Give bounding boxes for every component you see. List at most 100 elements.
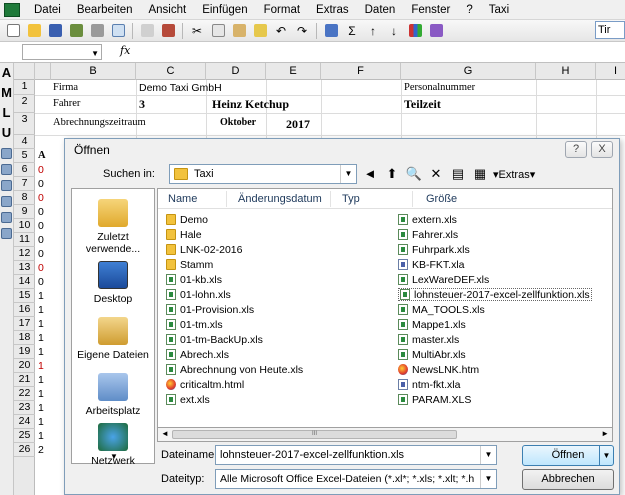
open-folder-icon[interactable] (25, 22, 43, 40)
cell-a8[interactable]: 0 (38, 192, 44, 204)
file-item[interactable]: Fuhrpark.xls (398, 243, 470, 256)
spelling-icon[interactable] (138, 22, 156, 40)
cell-a18[interactable]: 1 (38, 332, 44, 344)
file-item[interactable]: master.xls (398, 333, 459, 346)
row-header[interactable]: 8 (14, 191, 35, 205)
menu-bearbeiten[interactable]: Bearbeiten (69, 1, 141, 19)
research-icon[interactable] (159, 22, 177, 40)
cell-g1[interactable]: Personalnummer (404, 82, 475, 93)
column-name[interactable]: Name (168, 193, 197, 205)
select-all-corner[interactable] (14, 63, 35, 80)
undo-icon[interactable]: ↶ (272, 22, 290, 40)
cell-a15[interactable]: 1 (38, 290, 44, 302)
menu-datei[interactable]: Datei (26, 1, 69, 19)
chevron-down-icon[interactable]: ▼ (340, 165, 356, 183)
chevron-down-icon[interactable]: ▼ (480, 446, 496, 464)
menu-taxi[interactable]: Taxi (481, 1, 517, 19)
font-name-field[interactable]: Tir (595, 21, 625, 39)
cell-a16[interactable]: 1 (38, 304, 44, 316)
cell-a13[interactable]: 0 (38, 262, 44, 274)
row-header[interactable]: 4 (14, 135, 35, 149)
column-header-f[interactable]: F (321, 63, 401, 80)
filetype-select[interactable]: Alle Microsoft Office Excel-Dateien (*.x… (215, 469, 497, 489)
column-header-a[interactable] (35, 63, 51, 80)
row-header[interactable]: 7 (14, 177, 35, 191)
cell-a23[interactable]: 1 (38, 402, 44, 414)
name-box[interactable]: ▼ (22, 44, 102, 60)
file-item[interactable]: LNK-02-2016 (166, 243, 242, 256)
menu-daten[interactable]: Daten (357, 1, 404, 19)
file-item[interactable]: criticaltm.html (166, 378, 244, 391)
cell-a9[interactable]: 0 (38, 206, 44, 218)
file-item[interactable]: 01-tm-BackUp.xls (166, 333, 263, 346)
file-item[interactable]: 01-kb.xls (166, 273, 222, 286)
open-button[interactable]: Öffnen ▼ (522, 445, 614, 466)
row-header[interactable]: 1 (14, 80, 35, 95)
cell-a12[interactable]: 0 (38, 248, 44, 260)
file-item[interactable]: MA_TOOLS.xls (398, 303, 485, 316)
copy-icon[interactable] (209, 22, 227, 40)
column-modified[interactable]: Änderungsdatum (238, 193, 322, 205)
look-in-dropdown[interactable]: Taxi ▼ (169, 164, 357, 184)
row-header[interactable]: 23 (14, 401, 35, 415)
sort-ascending-icon[interactable]: ↑ (364, 22, 382, 40)
column-size[interactable]: Größe (426, 193, 457, 205)
fx-icon[interactable]: fx (120, 44, 130, 57)
new-document-icon[interactable] (4, 22, 22, 40)
menu-format[interactable]: Format (256, 1, 308, 19)
menu-einfuegen[interactable]: Einfügen (194, 1, 255, 19)
file-item[interactable]: Fahrer.xls (398, 228, 458, 241)
column-header-d[interactable]: D (206, 63, 266, 80)
help-button[interactable]: ? (565, 141, 587, 158)
redo-icon[interactable]: ↷ (293, 22, 311, 40)
column-header-i[interactable]: I (596, 63, 625, 80)
cell-b3[interactable]: Abrechnungszeitraum (53, 117, 146, 128)
cell-b1[interactable]: Firma (53, 82, 78, 93)
cut-icon[interactable]: ✂ (188, 22, 206, 40)
column-header-c[interactable]: C (136, 63, 206, 80)
row-header[interactable]: 24 (14, 415, 35, 429)
search-web-icon[interactable]: 🔍 (405, 165, 423, 183)
row-header[interactable]: 11 (14, 233, 35, 247)
file-item[interactable]: Demo (166, 213, 208, 226)
column-type[interactable]: Typ (342, 193, 360, 205)
row-header[interactable]: 5 (14, 149, 35, 163)
file-item[interactable]: Abrechnung von Heute.xls (166, 363, 303, 376)
dialog-title-bar[interactable]: Öffnen ? X (65, 139, 619, 161)
cell-a22[interactable]: 1 (38, 388, 44, 400)
drawing-icon[interactable] (427, 22, 445, 40)
row-header[interactable]: 20 (14, 359, 35, 373)
hyperlink-icon[interactable] (322, 22, 340, 40)
cell-g2[interactable]: Teilzeit (404, 97, 441, 112)
cell-a10[interactable]: 0 (38, 220, 44, 232)
column-header-h[interactable]: H (536, 63, 596, 80)
file-item[interactable]: ext.xls (166, 393, 210, 406)
cell-a25[interactable]: 1 (38, 430, 44, 442)
column-header-e[interactable]: E (266, 63, 321, 80)
cell-c1[interactable]: Demo Taxi GmbH (139, 82, 222, 94)
strip-tool-icon[interactable] (1, 180, 12, 191)
menu-ansicht[interactable]: Ansicht (140, 1, 194, 19)
strip-tool-icon[interactable] (1, 164, 12, 175)
place-my-computer[interactable]: Arbeitsplatz (72, 373, 154, 417)
row-header[interactable]: 15 (14, 289, 35, 303)
file-item[interactable]: 01-lohn.xls (166, 288, 231, 301)
paste-icon[interactable] (230, 22, 248, 40)
file-item[interactable]: 01-tm.xls (166, 318, 223, 331)
cell-a6[interactable]: 0 (38, 164, 44, 176)
extras-menu[interactable]: ▾Extras▾ (493, 168, 535, 181)
open-options-arrow[interactable]: ▼ (599, 446, 613, 465)
file-item[interactable]: LexWareDEF.xls (398, 273, 489, 286)
column-separator[interactable] (412, 191, 413, 207)
horizontal-scrollbar[interactable]: ◄ III ► (157, 428, 613, 442)
column-header-g[interactable]: G (401, 63, 536, 80)
row-header[interactable]: 10 (14, 219, 35, 233)
row-header[interactable]: 25 (14, 429, 35, 443)
autosum-icon[interactable]: Σ (343, 22, 361, 40)
file-item[interactable]: extern.xls (398, 213, 457, 226)
back-icon[interactable]: ◄ (361, 165, 379, 183)
file-item[interactable]: ntm-fkt.xla (398, 378, 460, 391)
chevron-down-icon[interactable]: ▼ (110, 452, 118, 461)
window-icon[interactable] (1, 228, 12, 239)
file-item[interactable]: Hale (166, 228, 202, 241)
